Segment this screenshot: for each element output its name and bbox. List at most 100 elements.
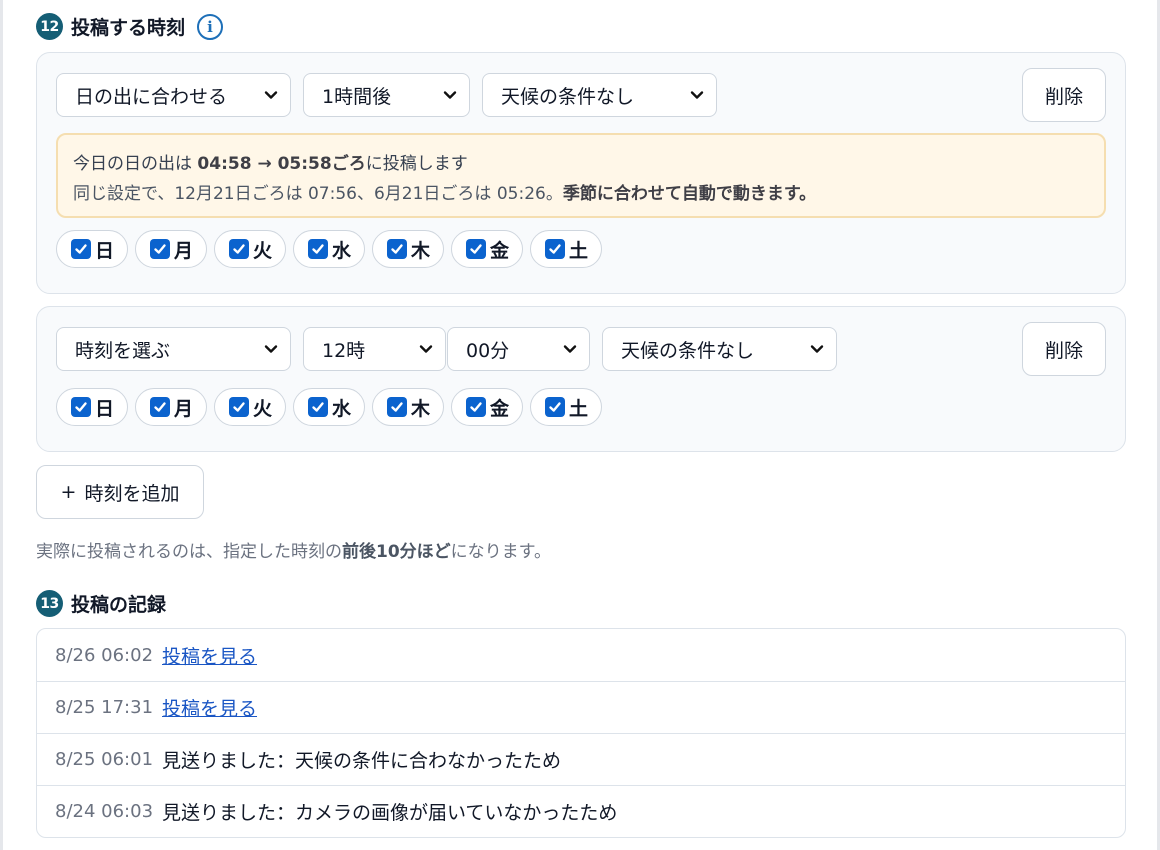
add-time-label: 時刻を追加 — [84, 482, 180, 505]
minute-select[interactable]: 00分 — [447, 327, 590, 371]
day-toggle-wed[interactable]: 水 — [293, 388, 365, 426]
checkbox-checked-icon[interactable] — [71, 397, 91, 417]
select-value: 天候の条件なし — [501, 85, 635, 108]
day-toggle-wed[interactable]: 水 — [293, 230, 365, 268]
day-label: 月 — [174, 397, 194, 420]
day-label: 水 — [332, 397, 352, 420]
log-row: 8/24 06:03 見送りました：カメラの画像が届いていなかったため — [37, 785, 1125, 837]
notice-text: に投稿します — [365, 154, 468, 174]
select-value: 12時 — [322, 339, 366, 362]
hint-emphasis: 前後10分ほど — [342, 542, 451, 562]
checkbox-checked-icon[interactable] — [308, 239, 328, 259]
chevron-down-icon — [690, 91, 704, 99]
checkbox-checked-icon[interactable] — [545, 239, 565, 259]
weekday-toggles: 日 月 火 水 木 金 土 — [56, 388, 602, 426]
chevron-down-icon — [264, 345, 278, 353]
checkbox-checked-icon[interactable] — [466, 239, 486, 259]
day-toggle-mon[interactable]: 月 — [135, 230, 207, 268]
log-message: 見送りました：天候の条件に合わなかったため — [162, 750, 562, 772]
day-label: 金 — [490, 239, 510, 262]
day-label: 木 — [411, 397, 431, 420]
schedule-card-2: 時刻を選ぶ 12時 00分 天候の条件なし 削除 日 月 火 水 木 金 土 — [36, 306, 1126, 452]
weather-select[interactable]: 天候の条件なし — [482, 73, 717, 117]
post-log-header: 13 投稿の記録 — [36, 590, 166, 617]
notice-line-1: 今日の日の出は 04:58 → 05:58ごろに投稿します — [73, 149, 1104, 179]
weather-select[interactable]: 天候の条件なし — [602, 327, 837, 371]
section-title: 投稿の記録 — [71, 594, 167, 616]
delete-button[interactable]: 削除 — [1022, 322, 1106, 376]
notice-text: 同じ設定で、12月21日ごろは 07:56、6月21日ごろは 05:26。 — [73, 184, 563, 204]
day-toggle-fri[interactable]: 金 — [451, 230, 523, 268]
notice-emphasis: 季節に合わせて自動で動きます。 — [562, 184, 817, 204]
checkbox-checked-icon[interactable] — [308, 397, 328, 417]
add-time-button[interactable]: + 時刻を追加 — [36, 465, 204, 519]
hint-text: になります。 — [450, 542, 551, 562]
notice-time-range: 04:58 → 05:58ごろ — [197, 154, 366, 174]
offset-select[interactable]: 1時間後 — [303, 73, 470, 117]
weekday-toggles: 日 月 火 水 木 金 土 — [56, 230, 602, 268]
select-value: 時刻を選ぶ — [75, 339, 171, 362]
view-post-link[interactable]: 投稿を見る — [162, 642, 257, 669]
notice-text: 今日の日の出は — [73, 154, 198, 174]
hour-select[interactable]: 12時 — [303, 327, 446, 371]
plus-icon: + — [60, 481, 77, 503]
log-message: 見送りました：カメラの画像が届いていなかったため — [162, 802, 618, 824]
checkbox-checked-icon[interactable] — [71, 239, 91, 259]
checkbox-checked-icon[interactable] — [150, 239, 170, 259]
log-timestamp: 8/24 06:03 — [55, 801, 154, 822]
log-row: 8/25 06:01 見送りました：天候の条件に合わなかったため — [37, 733, 1125, 785]
select-value: 00分 — [466, 339, 510, 362]
select-value: 日の出に合わせる — [75, 85, 228, 108]
day-toggle-mon[interactable]: 月 — [135, 388, 207, 426]
post-time-header: 12 投稿する時刻 i — [36, 13, 224, 40]
chevron-down-icon — [443, 91, 457, 99]
chevron-down-icon — [264, 91, 278, 99]
notice-line-2: 同じ設定で、12月21日ごろは 07:56、6月21日ごろは 05:26。季節に… — [73, 179, 1104, 209]
timing-hint: 実際に投稿されるのは、指定した時刻の前後10分ほどになります。 — [36, 537, 551, 562]
section-number-badge: 12 — [36, 13, 63, 40]
day-label: 火 — [253, 397, 273, 420]
view-post-link[interactable]: 投稿を見る — [162, 694, 257, 721]
day-toggle-thu[interactable]: 木 — [372, 230, 444, 268]
day-label: 火 — [253, 239, 273, 262]
day-toggle-tue[interactable]: 火 — [214, 230, 286, 268]
day-toggle-sat[interactable]: 土 — [530, 388, 602, 426]
day-label: 土 — [569, 397, 589, 420]
log-timestamp: 8/25 06:01 — [55, 749, 154, 770]
checkbox-checked-icon[interactable] — [229, 397, 249, 417]
day-label: 水 — [332, 239, 352, 262]
day-label: 月 — [174, 239, 194, 262]
post-log-list: 8/26 06:02 投稿を見る 8/25 17:31 投稿を見る 8/25 0… — [36, 628, 1126, 838]
checkbox-checked-icon[interactable] — [545, 397, 565, 417]
day-toggle-sun[interactable]: 日 — [56, 230, 128, 268]
log-row: 8/26 06:02 投稿を見る — [37, 629, 1125, 681]
hint-text: 実際に投稿されるのは、指定した時刻の — [36, 542, 342, 562]
delete-button[interactable]: 削除 — [1022, 68, 1106, 122]
day-toggle-sat[interactable]: 土 — [530, 230, 602, 268]
day-label: 日 — [95, 397, 115, 420]
log-row: 8/25 17:31 投稿を見る — [37, 681, 1125, 733]
info-icon[interactable]: i — [197, 13, 224, 40]
log-timestamp: 8/25 17:31 — [55, 697, 154, 718]
checkbox-checked-icon[interactable] — [387, 239, 407, 259]
section-number-badge: 13 — [36, 590, 63, 617]
checkbox-checked-icon[interactable] — [387, 397, 407, 417]
schedule-card-1: 日の出に合わせる 1時間後 天候の条件なし 削除 今日の日の出は 04:58 →… — [36, 52, 1126, 294]
day-toggle-fri[interactable]: 金 — [451, 388, 523, 426]
day-toggle-thu[interactable]: 木 — [372, 388, 444, 426]
day-label: 金 — [490, 397, 510, 420]
checkbox-checked-icon[interactable] — [229, 239, 249, 259]
chevron-down-icon — [419, 345, 433, 353]
log-timestamp: 8/26 06:02 — [55, 644, 154, 666]
checkbox-checked-icon[interactable] — [150, 397, 170, 417]
select-value: 1時間後 — [322, 85, 392, 108]
checkbox-checked-icon[interactable] — [466, 397, 486, 417]
schedule-mode-select[interactable]: 日の出に合わせる — [56, 73, 291, 117]
schedule-mode-select[interactable]: 時刻を選ぶ — [56, 327, 291, 371]
day-toggle-tue[interactable]: 火 — [214, 388, 286, 426]
select-value: 天候の条件なし — [621, 339, 755, 362]
day-toggle-sun[interactable]: 日 — [56, 388, 128, 426]
day-label: 土 — [569, 239, 589, 262]
day-label: 木 — [411, 239, 431, 262]
section-title: 投稿する時刻 — [71, 17, 186, 39]
